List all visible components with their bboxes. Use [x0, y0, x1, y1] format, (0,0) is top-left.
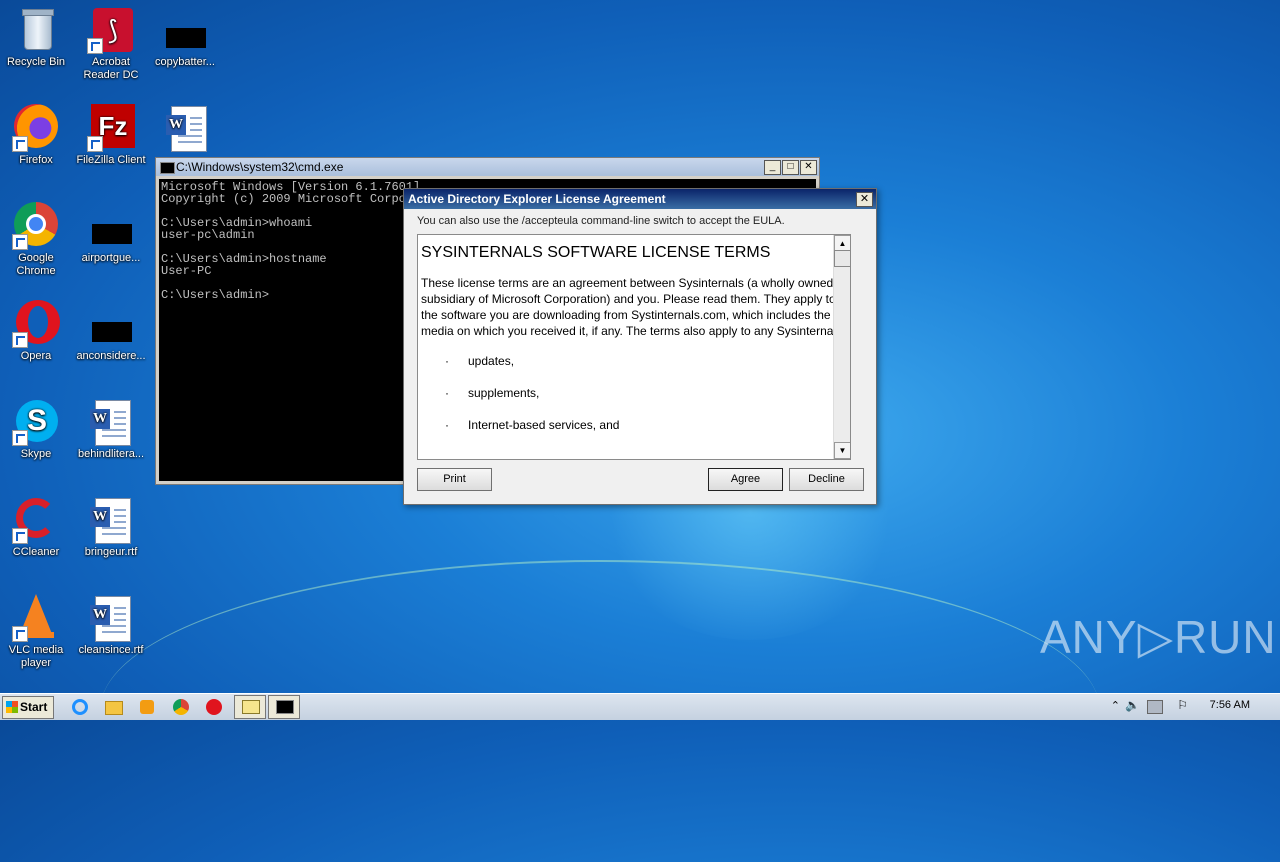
vlc-icon — [12, 594, 60, 642]
firefox-icon — [12, 104, 60, 152]
file-icon — [161, 20, 209, 54]
print-button[interactable]: Print — [417, 468, 492, 491]
desktop-icon-label: cleansince.rtf — [78, 644, 144, 656]
cmd-title: C:\Windows\system32\cmd.exe — [176, 160, 344, 174]
tray-chevron-icon[interactable]: ⌃ — [1111, 699, 1120, 712]
desktop-icon-label: Google Chrome — [16, 252, 56, 277]
desktop-icon-recycle-bin[interactable]: Recycle Bin — [0, 6, 74, 69]
eula-bullet: Internet-based services, and — [421, 417, 847, 433]
desktop-icon-ccleaner[interactable]: CCleaner — [0, 496, 74, 559]
taskbar-clock[interactable]: 7:56 AM — [1210, 699, 1250, 711]
action-center-flag-icon[interactable]: ⚐ — [1177, 698, 1188, 712]
taskbar-task-ad-explorer[interactable] — [234, 695, 266, 719]
desktop-icon-acrobat[interactable]: ⟆ Acrobat Reader DC — [73, 6, 149, 82]
ie-icon[interactable] — [70, 697, 90, 717]
word-document-icon: W — [87, 398, 135, 446]
cmd-titlebar[interactable]: C:\Windows\system32\cmd.exe _ □ ✕ — [156, 158, 819, 176]
minimize-button[interactable]: _ — [764, 160, 781, 175]
network-icon[interactable] — [1147, 700, 1163, 714]
desktop-icon-behindlitera[interactable]: W behindlitera... — [73, 398, 149, 461]
desktop-icon-filezilla[interactable]: Fz FileZilla Client — [73, 104, 149, 167]
desktop-icon-label: behindlitera... — [77, 448, 145, 460]
desktop-icon-label: copybatter... — [155, 56, 215, 68]
desktop-icon-bringeur[interactable]: W bringeur.rtf — [73, 496, 149, 559]
license-dialog[interactable]: Active Directory Explorer License Agreem… — [403, 188, 877, 505]
desktop-icon-label: Opera — [20, 350, 52, 362]
acrobat-icon: ⟆ — [87, 6, 135, 54]
dialog-hint: You can also use the /accepteula command… — [417, 215, 785, 227]
scrollbar-thumb[interactable] — [834, 250, 850, 267]
ccleaner-icon — [12, 496, 60, 544]
eula-scrollbar[interactable]: ▲ ▼ — [833, 235, 850, 459]
opera-icon — [12, 300, 60, 348]
desktop-icon-label: Firefox — [19, 154, 53, 166]
explorer-icon[interactable] — [103, 697, 123, 717]
eula-heading: SYSINTERNALS SOFTWARE LICENSE TERMS — [421, 244, 771, 261]
ad-explorer-icon — [242, 700, 260, 714]
skype-icon: S — [12, 398, 60, 446]
volume-icon[interactable]: 🔈 — [1125, 698, 1140, 712]
taskbar-task-cmd[interactable] — [268, 695, 300, 719]
desktop-icon-vlc[interactable]: VLC media player — [0, 594, 74, 670]
windows-logo-icon — [6, 701, 18, 713]
word-document-icon: W — [87, 496, 135, 544]
eula-textbox[interactable]: SYSINTERNALS SOFTWARE LICENSE TERMS Thes… — [417, 234, 851, 460]
dialog-title: Active Directory Explorer License Agreem… — [404, 189, 876, 209]
filezilla-icon: Fz — [87, 104, 135, 152]
desktop-icon-firefox[interactable]: Firefox — [0, 104, 74, 167]
desktop-icon-label: bringeur.rtf — [84, 546, 138, 558]
taskbar: Start ⌃ 🔈 ⚐ 7:56 AM — [0, 693, 1280, 720]
close-button[interactable]: ✕ — [800, 160, 817, 175]
opera-taskbar-icon[interactable] — [204, 697, 224, 717]
scroll-down-arrow-icon[interactable]: ▼ — [834, 442, 850, 459]
anyrun-watermark: ANY▷RUN — [1040, 611, 1277, 663]
chrome-icon — [12, 202, 60, 250]
desktop-icon-airportgue[interactable]: airportgue... — [73, 214, 149, 265]
desktop-icon-label: anconsidere... — [76, 350, 146, 362]
dialog-close-button[interactable]: ✕ — [856, 192, 873, 207]
desktop-icon-label: VLC media player — [8, 644, 64, 669]
start-button[interactable]: Start — [2, 696, 54, 719]
desktop-icon-chrome[interactable]: Google Chrome — [0, 202, 74, 278]
desktop-icon-document[interactable]: W — [149, 104, 225, 154]
file-icon — [87, 312, 135, 348]
eula-bullet: supplements, — [421, 385, 847, 401]
desktop-icon-anconsidere[interactable]: anconsidere... — [73, 312, 149, 363]
desktop-icon-label: Skype — [20, 448, 52, 460]
desktop-icon-label: airportgue... — [81, 252, 141, 264]
desktop-icon-label: CCleaner — [12, 546, 60, 558]
desktop-icon-copybatter[interactable]: copybatter... — [147, 20, 223, 69]
eula-bullet: updates, — [421, 353, 847, 369]
media-player-icon[interactable] — [137, 697, 157, 717]
desktop-icon-opera[interactable]: Opera — [0, 300, 74, 363]
desktop-icon-label: FileZilla Client — [76, 154, 146, 166]
maximize-button[interactable]: □ — [782, 160, 799, 175]
desktop-icon-label: Acrobat Reader DC — [83, 56, 139, 81]
eula-paragraph: These license terms are an agreement bet… — [421, 276, 843, 338]
cmd-taskbar-icon — [276, 700, 294, 714]
agree-button[interactable]: Agree — [708, 468, 783, 491]
recycle-bin-icon — [12, 6, 60, 54]
chrome-taskbar-icon[interactable] — [171, 697, 191, 717]
decline-button[interactable]: Decline — [789, 468, 864, 491]
word-document-icon: W — [163, 104, 211, 152]
file-icon — [87, 214, 135, 250]
desktop-icon-cleansince[interactable]: W cleansince.rtf — [73, 594, 149, 657]
desktop-icon-label: Recycle Bin — [6, 56, 66, 68]
cmd-icon — [160, 162, 175, 174]
word-document-icon: W — [87, 594, 135, 642]
desktop-icon-skype[interactable]: S Skype — [0, 398, 74, 461]
